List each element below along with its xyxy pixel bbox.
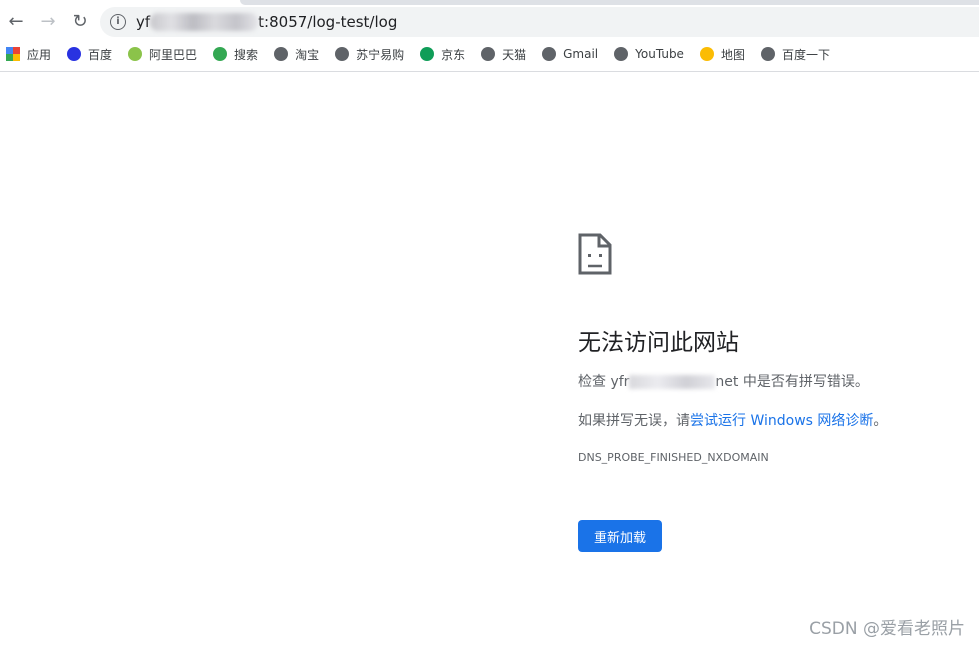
bookmark-item[interactable]: 地图: [699, 46, 745, 63]
error-title: 无法访问此网站: [578, 330, 739, 356]
globe-icon: [481, 47, 496, 61]
globe-icon: [274, 47, 289, 61]
bookmark-label: 阿里巴巴: [149, 47, 198, 62]
bookmark-item[interactable]: 苏宁易购: [335, 46, 404, 63]
maps-icon: [699, 47, 714, 61]
bookmark-label: 应用: [27, 47, 52, 62]
bookmark-label: 淘宝: [295, 47, 320, 62]
baidu-paw-icon: [67, 47, 82, 61]
bookmark-item[interactable]: 阿里巴巴: [128, 46, 197, 63]
check-spelling-text: 检查 yfr net 中是否有拼写错误。: [578, 374, 869, 390]
bookmark-item[interactable]: Gmail: [542, 47, 598, 61]
network-diagnostics-link[interactable]: 尝试运行 Windows 网络诊断: [690, 413, 873, 429]
globe-icon: [335, 47, 350, 61]
bookmarks-bar: 应用 百度 阿里巴巴 搜索 淘宝 苏宁易购 京东 天猫 Gmail YouTube 地图 百度一下: [0, 40, 846, 68]
globe-icon: [614, 47, 629, 61]
bookmark-item[interactable]: 京东: [420, 46, 465, 63]
watermark: CSDN @爱看老照片: [809, 619, 965, 639]
diagnostics-text: 如果拼写无误，请尝试运行 Windows 网络诊断。: [578, 413, 888, 429]
forward-button[interactable]: →: [32, 11, 64, 32]
bookmark-item[interactable]: 百度一下: [760, 46, 830, 63]
globe-icon: [760, 47, 775, 61]
bookmark-item[interactable]: 应用: [6, 46, 51, 63]
error-page: 无法访问此网站 检查 yfr net 中是否有拼写错误。 如果拼写无误，请尝试运行…: [578, 233, 887, 552]
reload-icon[interactable]: ↻: [64, 11, 96, 32]
bookmark-item[interactable]: 淘宝: [274, 46, 319, 63]
bookmark-label: Gmail: [563, 47, 599, 61]
browser-toolbar: ← → ↻ i yf t:8057/log-test/log: [0, 5, 979, 38]
bookmark-label: 地图: [720, 47, 745, 62]
url-suffix: t:8057/log-test/log: [258, 13, 398, 31]
bookmark-item[interactable]: 搜索: [213, 46, 258, 63]
sad-document-icon: [578, 233, 612, 275]
reload-button[interactable]: 重新加载: [578, 520, 662, 552]
bookmark-label: 天猫: [502, 47, 527, 62]
jd-icon: [420, 47, 435, 61]
info-icon[interactable]: i: [110, 14, 126, 30]
url-prefix: yf: [136, 13, 151, 31]
divider: [0, 71, 979, 72]
bookmark-label: 苏宁易购: [356, 47, 405, 62]
bookmark-label: 百度一下: [781, 47, 830, 62]
globe-icon: [542, 47, 557, 61]
search-ring-icon: [213, 47, 228, 61]
bookmark-label: 京东: [441, 47, 466, 62]
redacted-host: [150, 13, 259, 31]
address-bar[interactable]: i yf t:8057/log-test/log: [100, 7, 979, 37]
back-button[interactable]: ←: [0, 11, 32, 32]
apps-grid-icon: [6, 47, 20, 61]
bookmark-item[interactable]: 百度: [67, 46, 112, 63]
bookmark-label: YouTube: [635, 47, 684, 61]
error-code: DNS_PROBE_FINISHED_NXDOMAIN: [578, 451, 769, 464]
bookmark-item[interactable]: YouTube: [614, 47, 684, 61]
bookmark-label: 百度: [88, 47, 113, 62]
leaf-icon: [128, 47, 143, 61]
bookmark-item[interactable]: 天猫: [481, 46, 526, 63]
bookmark-label: 搜索: [234, 47, 259, 62]
